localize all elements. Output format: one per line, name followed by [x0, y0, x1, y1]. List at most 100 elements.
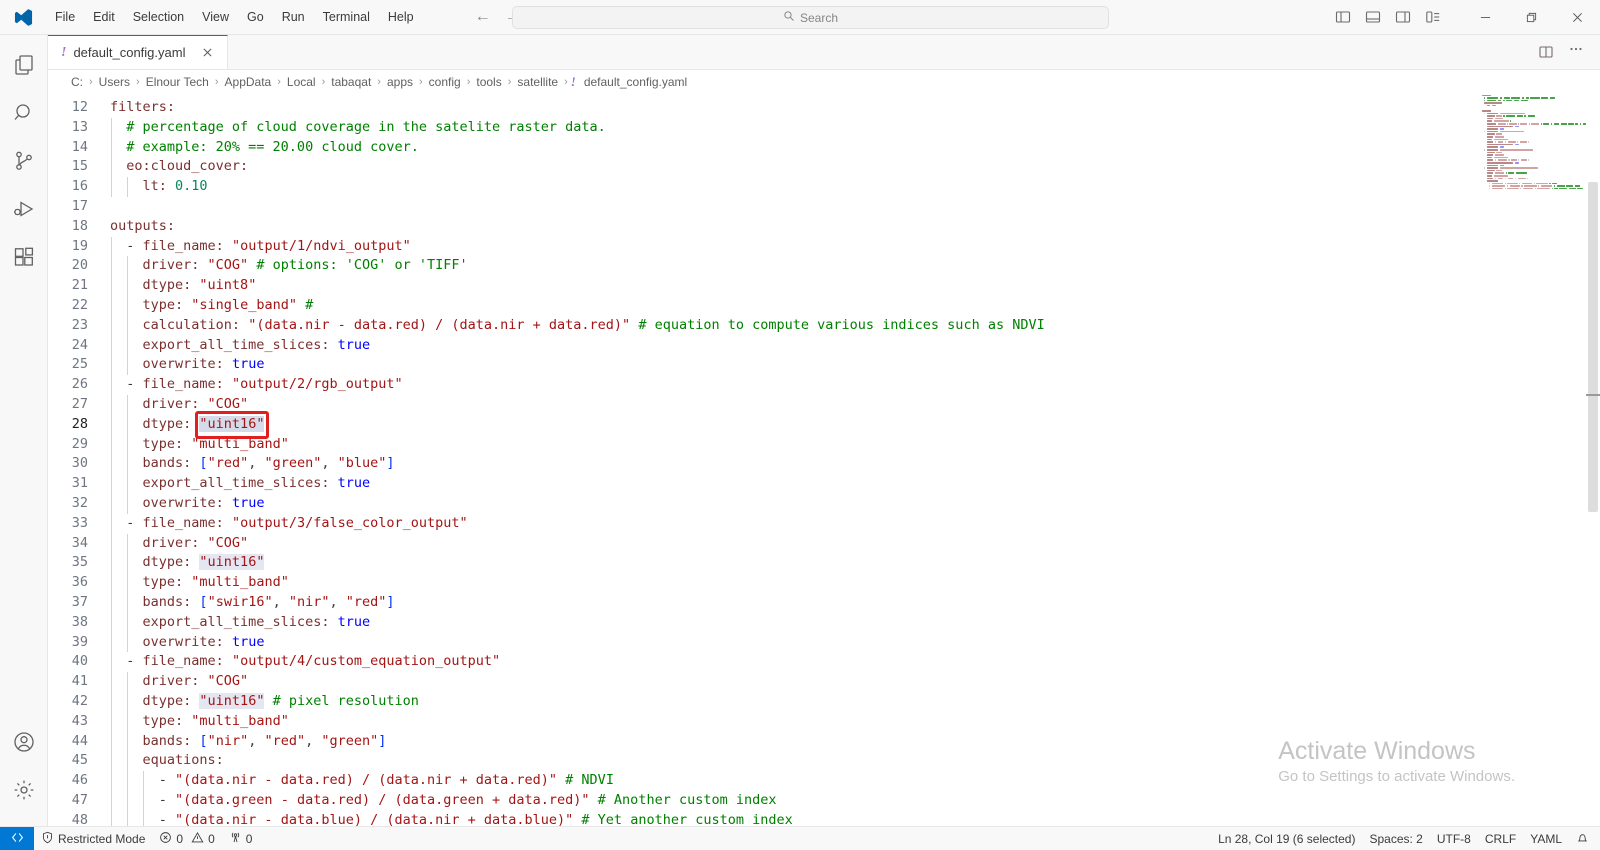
minimap-token: [1497, 141, 1504, 143]
line-number: 32: [71, 494, 88, 511]
menu-selection[interactable]: Selection: [124, 6, 193, 28]
arrow-left-icon[interactable]: ←: [475, 9, 491, 25]
close-icon[interactable]: [1554, 0, 1600, 35]
layout-panel-icon[interactable]: [1358, 2, 1388, 32]
menu-run[interactable]: Run: [273, 6, 314, 28]
breadcrumb-item-6[interactable]: apps: [384, 74, 416, 90]
code-line[interactable]: - file_name: "output/4/custom_equation_o…: [110, 652, 1600, 673]
code-line[interactable]: outputs:: [110, 217, 1600, 237]
code-line[interactable]: type: "multi_band": [110, 711, 1600, 732]
breadcrumb-item-7[interactable]: config: [426, 74, 464, 90]
code-line[interactable]: calculation: "(data.nir - data.red) / (d…: [110, 315, 1600, 336]
status-editor-selection[interactable]: Ln 28, Col 19 (6 selected): [1211, 827, 1362, 850]
code-line[interactable]: - "(data.nir - data.red) / (data.nir + d…: [110, 771, 1600, 791]
code-line[interactable]: type: "multi_band": [110, 434, 1600, 455]
code-line[interactable]: type: "multi_band": [110, 573, 1600, 593]
code-line[interactable]: overwrite: true: [110, 632, 1600, 653]
layout-customize-icon[interactable]: [1418, 2, 1448, 32]
layout-controls: [1328, 2, 1448, 32]
breadcrumb-item-file[interactable]: default_config.yaml: [581, 74, 690, 90]
status-problems[interactable]: 0 0: [152, 827, 221, 850]
sidebar-item-explorer[interactable]: [0, 43, 48, 91]
status-notifications[interactable]: [1569, 827, 1596, 850]
split-editor-icon[interactable]: [1532, 38, 1560, 66]
breadcrumb-item-2[interactable]: Elnour Tech: [143, 74, 212, 90]
status-restricted-mode[interactable]: Restricted Mode: [34, 827, 152, 850]
code-line[interactable]: - file_name: "output/2/rgb_output": [110, 375, 1600, 395]
tab-default-config-yaml[interactable]: ! default_config.yaml: [48, 35, 229, 69]
status-ports[interactable]: 0: [222, 827, 260, 850]
breadcrumb-item-8[interactable]: tools: [473, 74, 504, 90]
breadcrumb-item-3[interactable]: AppData: [222, 74, 275, 90]
menu-terminal[interactable]: Terminal: [314, 6, 379, 28]
code-line[interactable]: dtype: "uint16": [110, 553, 1600, 574]
code-line[interactable]: export_all_time_slices: true: [110, 612, 1600, 633]
code-line[interactable]: driver: "COG": [110, 394, 1600, 415]
code-line[interactable]: overwrite: true: [110, 355, 1600, 376]
code-line[interactable]: lt: 0.10: [110, 177, 1600, 197]
code-line[interactable]: - file_name: "output/3/false_color_outpu…: [110, 513, 1600, 534]
command-center-search[interactable]: Search: [512, 6, 1109, 29]
breadcrumb-item-9[interactable]: satellite: [514, 74, 561, 90]
code-line[interactable]: filters:: [110, 98, 1600, 118]
restore-icon[interactable]: [1508, 0, 1554, 35]
code-line[interactable]: - "(data.green - data.red) / (data.green…: [110, 790, 1600, 811]
code-line[interactable]: equations:: [110, 751, 1600, 772]
breadcrumb-item-4[interactable]: Local: [284, 74, 319, 90]
breadcrumb-item-0[interactable]: C:: [68, 74, 86, 90]
menu-go[interactable]: Go: [238, 6, 273, 28]
code-line[interactable]: [110, 197, 1600, 217]
code-line[interactable]: - "(data.nir - data.blue) / (data.nir + …: [110, 810, 1600, 826]
code-line[interactable]: export_all_time_slices: true: [110, 474, 1600, 494]
code-editor[interactable]: 12 13 14 15 16 17 18 19 20 21 22 23 24 25 26 27 28 29 30 31…: [48, 94, 1600, 826]
code-line[interactable]: driver: "COG" # options: 'COG' or 'TIFF': [110, 256, 1600, 277]
code-line[interactable]: - file_name: "output/1/ndvi_output": [110, 236, 1600, 257]
status-language-mode[interactable]: YAML: [1523, 827, 1569, 850]
code-line[interactable]: dtype: "uint8": [110, 276, 1600, 296]
code-line[interactable]: eo:cloud_cover:: [110, 157, 1600, 178]
accounts-button[interactable]: [0, 720, 48, 768]
minimap-token: [1509, 123, 1517, 125]
menu-edit[interactable]: Edit: [84, 6, 124, 28]
breadcrumb-item-5[interactable]: tabaqat: [328, 74, 374, 90]
code-line[interactable]: type: "single_band" #: [110, 295, 1600, 316]
indent-guide: [126, 256, 128, 277]
code-token: true: [337, 475, 371, 492]
menu-view[interactable]: View: [193, 6, 238, 28]
ellipsis-icon[interactable]: [1562, 38, 1590, 66]
close-icon[interactable]: [198, 44, 216, 62]
code-line[interactable]: # example: 20% == 20.00 cloud cover.: [110, 137, 1600, 158]
minimap-token: [1486, 112, 1499, 115]
menu-file[interactable]: File: [46, 6, 84, 28]
sidebar-item-source-control[interactable]: [0, 139, 48, 187]
sidebar-item-extensions[interactable]: [0, 235, 48, 283]
status-eol[interactable]: CRLF: [1478, 827, 1523, 850]
sidebar-item-search[interactable]: [0, 91, 48, 139]
code-line[interactable]: bands: ["swir16", "nir", "red"]: [110, 592, 1600, 613]
code-line[interactable]: driver: "COG": [110, 533, 1600, 554]
status-indentation[interactable]: Spaces: 2: [1362, 827, 1429, 850]
remote-window-indicator[interactable]: [0, 826, 34, 850]
code-line[interactable]: dtype: "uint16" # pixel resolution: [110, 691, 1600, 712]
code-line[interactable]: # percentage of cloud coverage in the sa…: [110, 117, 1600, 138]
code-line[interactable]: driver: "COG": [110, 672, 1600, 692]
code-line[interactable]: bands: ["red", "green", "blue"]: [110, 454, 1600, 475]
layout-sidebar-left-icon[interactable]: [1328, 2, 1358, 32]
code-token: # options: 'COG' or 'TIFF': [248, 257, 468, 274]
code-line[interactable]: export_all_time_slices: true: [110, 335, 1600, 356]
manage-settings-button[interactable]: [0, 768, 48, 816]
layout-sidebar-right-icon[interactable]: [1388, 2, 1418, 32]
minimap[interactable]: [1480, 94, 1586, 826]
vertical-scrollbar[interactable]: [1586, 94, 1600, 826]
code-line[interactable]: dtype: "uint16": [110, 414, 1600, 435]
code-line[interactable]: overwrite: true: [110, 493, 1600, 514]
code-line[interactable]: bands: ["nir", "red", "green"]: [110, 731, 1600, 752]
menu-help[interactable]: Help: [379, 6, 423, 28]
breadcrumb-item-1[interactable]: Users: [96, 74, 133, 90]
code-content[interactable]: filters: # percentage of cloud coverage …: [110, 94, 1600, 826]
menu-bar: File Edit Selection View Go Run Terminal…: [46, 6, 423, 28]
status-encoding[interactable]: UTF-8: [1430, 827, 1478, 850]
sidebar-item-run-and-debug[interactable]: [0, 187, 48, 235]
scrollbar-thumb[interactable]: [1588, 182, 1598, 512]
minimize-icon[interactable]: [1462, 0, 1508, 35]
